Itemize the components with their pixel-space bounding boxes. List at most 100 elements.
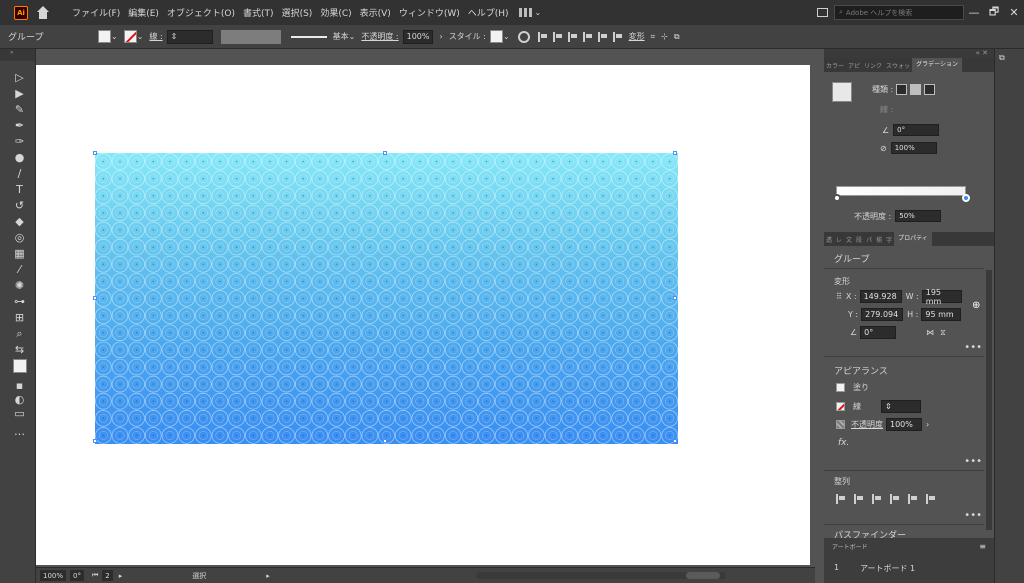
align-top-icon[interactable] — [582, 31, 593, 42]
align-bottom-icon[interactable] — [612, 31, 623, 42]
panel-tab-7[interactable]: プロパティ — [894, 232, 932, 246]
restore-button[interactable]: 🗗 — [984, 3, 1004, 22]
selection-handle-tl[interactable] — [93, 151, 97, 155]
stop-opacity-input[interactable]: 50% — [895, 210, 942, 222]
panel-tab-1[interactable]: アピ — [846, 61, 862, 70]
stroke-weight-label[interactable]: 線 : — [149, 31, 162, 42]
opacity-label[interactable]: 不透明度 : — [361, 31, 398, 42]
stroke-swatch[interactable] — [123, 30, 137, 43]
screen-mode-icon[interactable]: ▭ — [13, 407, 26, 420]
swap-colors-icon[interactable]: ⇆ — [13, 343, 26, 356]
more-tools-icon[interactable]: … — [13, 425, 26, 438]
freeform-gradient-button[interactable] — [924, 84, 936, 95]
type-tool-icon[interactable]: T — [13, 183, 26, 196]
align-vcenter-icon[interactable] — [597, 31, 608, 42]
panel-align-left-icon[interactable] — [836, 494, 846, 504]
panel-collapse-strip[interactable]: « ✕ — [824, 49, 994, 58]
fill-swatch[interactable] — [98, 30, 111, 43]
selection-handle-bc[interactable] — [383, 439, 387, 443]
gradient-stop-start[interactable] — [833, 194, 841, 202]
brush-dropdown-icon[interactable]: ⌄ — [349, 32, 356, 41]
curvature-tool-icon[interactable]: ✑ — [13, 135, 26, 148]
panel-tab-1[interactable]: レ — [834, 235, 844, 244]
scrollbar-thumb[interactable] — [686, 572, 720, 579]
menu-item-8[interactable]: ヘルプ(H) — [464, 6, 513, 19]
expand-arrow-icon[interactable]: › — [439, 32, 442, 41]
transform-more-icon[interactable]: ••• — [964, 342, 982, 353]
warp-tool-icon[interactable]: ◎ — [13, 231, 26, 244]
menu-item-6[interactable]: 表示(V) — [356, 6, 395, 19]
opacity-input[interactable]: 100% — [886, 418, 922, 431]
panel-tab-6[interactable]: 字 — [884, 235, 894, 244]
symbol-sprayer-icon[interactable]: ✺ — [13, 279, 26, 292]
selection-handle-ml[interactable] — [93, 296, 97, 300]
panel-tab-5[interactable]: 揃 — [874, 235, 884, 244]
stroke-dropdown-icon[interactable]: ⌄ — [137, 32, 144, 41]
panel-align-vcenter-icon[interactable] — [908, 494, 918, 504]
fill-color-icon[interactable] — [13, 359, 27, 373]
isolate-icon[interactable]: ⌗ — [651, 32, 656, 42]
close-button[interactable]: ✕ — [1004, 6, 1024, 19]
appearance-more-icon[interactable]: ••• — [964, 456, 982, 467]
panel-align-hcenter-icon[interactable] — [854, 494, 864, 504]
align-hcenter-icon[interactable] — [552, 31, 563, 42]
reference-point-icon[interactable]: ⠿ — [836, 292, 842, 301]
next-artboard-icon[interactable]: ▸ — [119, 572, 123, 580]
circle-pattern-group[interactable] — [93, 151, 678, 444]
radial-gradient-button[interactable] — [910, 84, 922, 95]
rotate-input[interactable]: 0° — [860, 326, 897, 339]
brush-label[interactable]: 基本 — [333, 31, 349, 42]
constrain-proportions-icon[interactable]: ⊕ — [972, 300, 980, 311]
artboards-tab[interactable]: アートボード — [832, 542, 868, 551]
style-swatch[interactable] — [489, 30, 503, 43]
panel-tab-0[interactable]: カラー — [824, 61, 846, 70]
canvas-area[interactable] — [36, 49, 815, 567]
fill-label[interactable]: 塗り — [853, 382, 869, 393]
stroke-weight-input[interactable]: ⇕ — [166, 29, 213, 44]
panel-tab-0[interactable]: 透 — [824, 235, 834, 244]
panel-toggle-icon[interactable] — [817, 8, 828, 17]
direct-selection-tool-icon[interactable]: ▶ — [13, 87, 26, 100]
menu-item-7[interactable]: ウィンドウ(W) — [395, 6, 464, 19]
h-input[interactable]: 95 mm — [921, 308, 962, 321]
panel-tab-3[interactable]: スウォッ — [884, 61, 912, 70]
zoom-select[interactable]: 100% — [40, 570, 67, 581]
panel-scrollbar[interactable] — [986, 270, 992, 530]
artboard-number-field[interactable]: 2 — [102, 570, 113, 581]
gradient-slider[interactable] — [836, 186, 966, 196]
selection-handle-tr[interactable] — [673, 151, 677, 155]
gradient-stop-end[interactable] — [962, 194, 970, 202]
style-dropdown-icon[interactable]: ⌄ — [503, 32, 510, 41]
panel-tab-4[interactable]: グラデーション — [912, 58, 962, 72]
panel-dock-icon[interactable]: ⧉ — [999, 53, 1005, 63]
recolor-icon[interactable] — [517, 30, 530, 43]
artboards-menu-icon[interactable]: ≡ — [979, 542, 986, 551]
x-input[interactable]: 149.928 — [859, 290, 902, 303]
panel-tab-2[interactable]: 文 — [844, 235, 854, 244]
selection-tool-icon[interactable]: ▷ — [13, 71, 26, 84]
menu-item-3[interactable]: 書式(T) — [239, 6, 278, 19]
artboard[interactable] — [36, 65, 810, 565]
rotate-tool-icon[interactable]: ↺ — [13, 199, 26, 212]
gradient-fill-swatch[interactable] — [832, 82, 852, 102]
selection-handle-br[interactable] — [673, 439, 677, 443]
eyedropper-tool-icon[interactable]: ⁄ — [13, 263, 26, 276]
home-icon[interactable] — [36, 5, 50, 20]
menu-item-5[interactable]: 効果(C) — [316, 6, 355, 19]
stroke-label[interactable]: 線 — [853, 401, 861, 412]
menu-item-2[interactable]: オブジェクト(O) — [163, 6, 239, 19]
panel-tab-4[interactable]: パ — [864, 235, 874, 244]
pen-tool-icon[interactable]: ✒ — [13, 119, 26, 132]
panel-align-bottom-icon[interactable] — [926, 494, 936, 504]
toolbar-grip[interactable]: » — [0, 49, 35, 61]
linear-gradient-button[interactable] — [896, 84, 908, 95]
transform-label[interactable]: 変形 — [629, 31, 645, 42]
panel-align-top-icon[interactable] — [890, 494, 900, 504]
eraser-tool-icon[interactable]: ◆ — [13, 215, 26, 228]
menu-item-0[interactable]: ファイル(F) — [68, 6, 124, 19]
fill-dropdown-icon[interactable]: ⌄ — [111, 32, 118, 41]
rotation-select[interactable]: 0° — [70, 570, 84, 581]
panel-tab-2[interactable]: リンク — [862, 61, 884, 70]
artboard-tool-icon[interactable]: ⊞ — [13, 311, 26, 324]
w-input[interactable]: 195 mm — [921, 288, 962, 306]
